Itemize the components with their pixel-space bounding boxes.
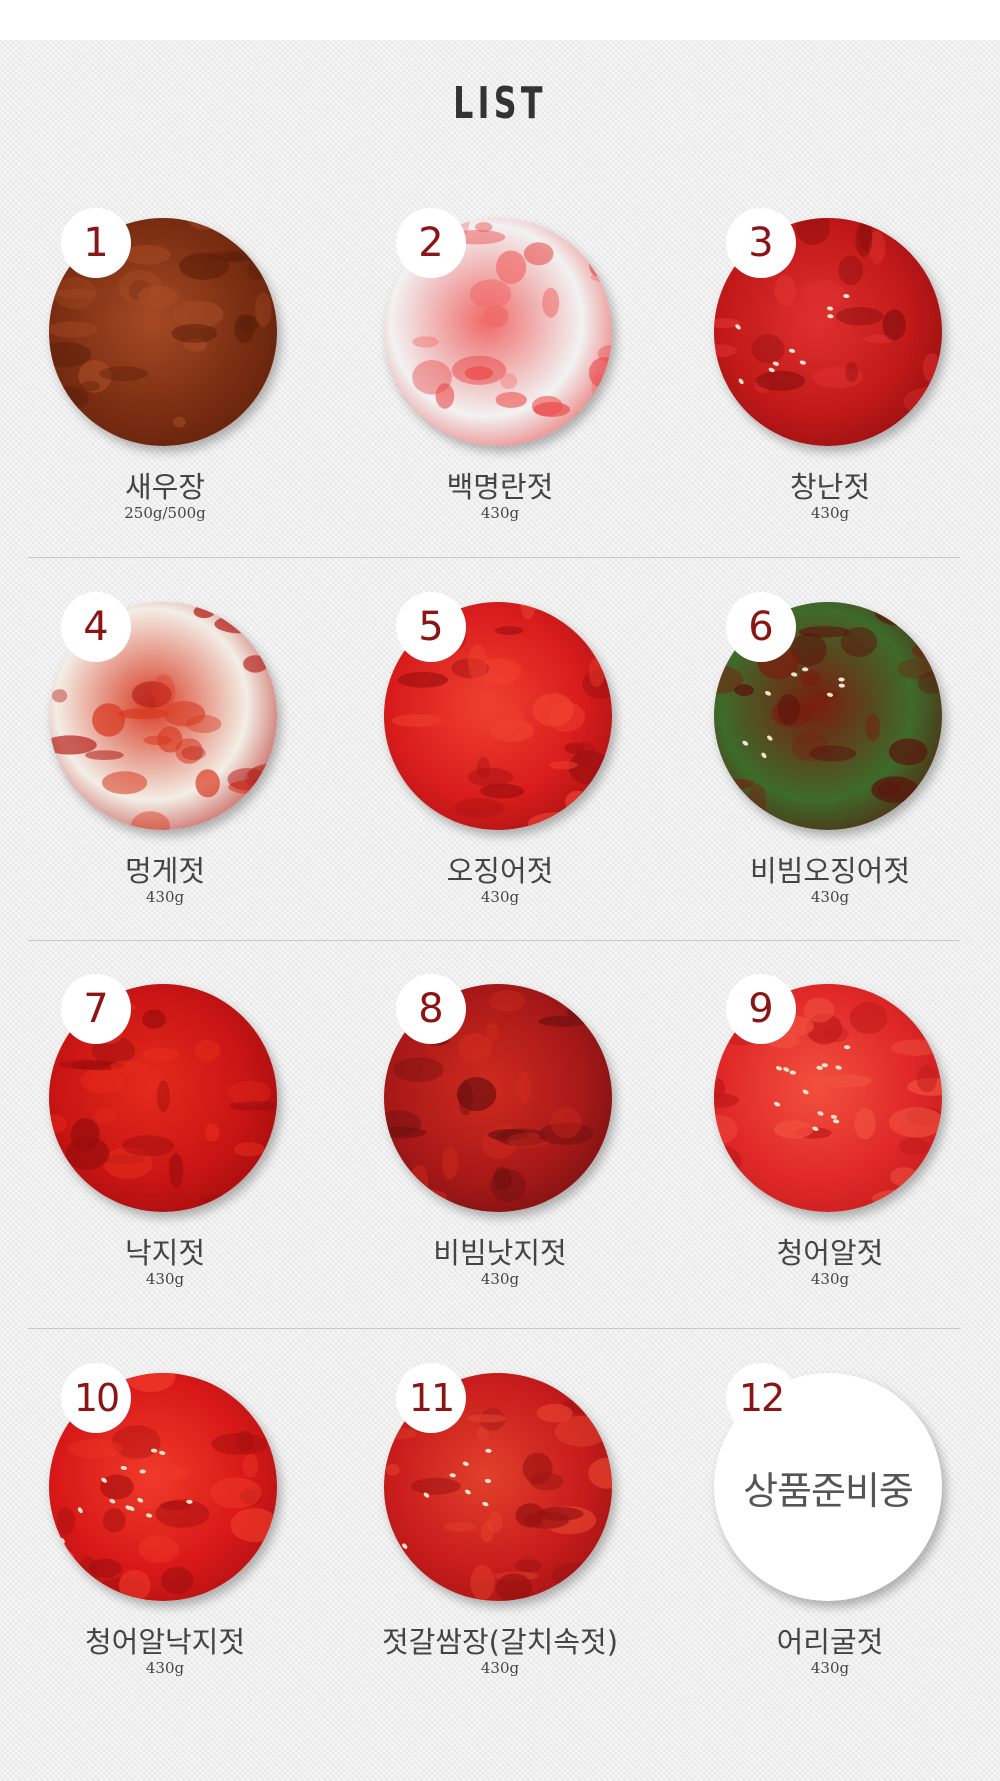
product-weight: 430g	[480, 1659, 520, 1677]
product-number-badge: 4	[61, 592, 131, 662]
product-image-wrap[interactable]: 8	[384, 974, 612, 1212]
product-weight: 430g	[480, 888, 520, 906]
product-name[interactable]: 낙지젓	[0, 1236, 330, 1270]
product-image-wrap[interactable]: 2	[384, 208, 612, 446]
product-number-badge: 12	[726, 1363, 796, 1433]
product-name[interactable]: 창난젓	[665, 470, 995, 504]
product-weight: 430g	[810, 504, 850, 522]
product-weight: 430g	[810, 1270, 850, 1288]
product-weight: 430g	[810, 888, 850, 906]
product-name[interactable]: 청어알낙지젓	[0, 1625, 330, 1659]
product-name[interactable]: 새우장	[0, 470, 330, 504]
product-number-badge: 10	[61, 1363, 131, 1433]
product-weight: 430g	[810, 1659, 850, 1677]
product-name[interactable]: 비빔오징어젓	[665, 854, 995, 888]
product-number-badge: 3	[726, 208, 796, 278]
product-image-wrap[interactable]: 1	[49, 208, 277, 446]
product-name[interactable]: 멍게젓	[0, 854, 330, 888]
product-number-badge: 1	[61, 208, 131, 278]
product-image-wrap[interactable]: 9	[714, 974, 942, 1212]
product-weight: 430g	[480, 1270, 520, 1288]
product-name[interactable]: 비빔낫지젓	[335, 1236, 665, 1270]
product-weight: 430g	[145, 1270, 185, 1288]
product-number-badge: 9	[726, 974, 796, 1044]
page-title: LIST	[453, 78, 547, 129]
product-name[interactable]: 청어알젓	[665, 1236, 995, 1270]
product-name[interactable]: 어리굴젓	[665, 1625, 995, 1659]
row-divider	[28, 940, 960, 941]
row-divider	[28, 557, 960, 558]
product-weight: 430g	[145, 888, 185, 906]
product-image-wrap[interactable]: 6	[714, 592, 942, 830]
product-image-wrap[interactable]: 10	[49, 1363, 277, 1601]
product-name[interactable]: 오징어젓	[335, 854, 665, 888]
product-number-badge: 8	[396, 974, 466, 1044]
product-weight: 430g	[480, 504, 520, 522]
product-weight: 250g/500g	[124, 504, 206, 522]
product-image-wrap[interactable]: 상품준비중 12	[714, 1363, 942, 1601]
row-divider	[28, 1328, 960, 1329]
product-image-wrap[interactable]: 11	[384, 1363, 612, 1601]
product-image-wrap[interactable]: 4	[49, 592, 277, 830]
product-name[interactable]: 백명란젓	[335, 470, 665, 504]
product-image-wrap[interactable]: 5	[384, 592, 612, 830]
product-number-badge: 11	[396, 1363, 466, 1433]
product-number-badge: 5	[396, 592, 466, 662]
product-name[interactable]: 젓갈쌈장(갈치속젓)	[335, 1625, 665, 1659]
product-weight: 430g	[145, 1659, 185, 1677]
product-image-wrap[interactable]: 3	[714, 208, 942, 446]
product-image-wrap[interactable]: 7	[49, 974, 277, 1212]
product-number-badge: 2	[396, 208, 466, 278]
product-number-badge: 6	[726, 592, 796, 662]
product-number-badge: 7	[61, 974, 131, 1044]
